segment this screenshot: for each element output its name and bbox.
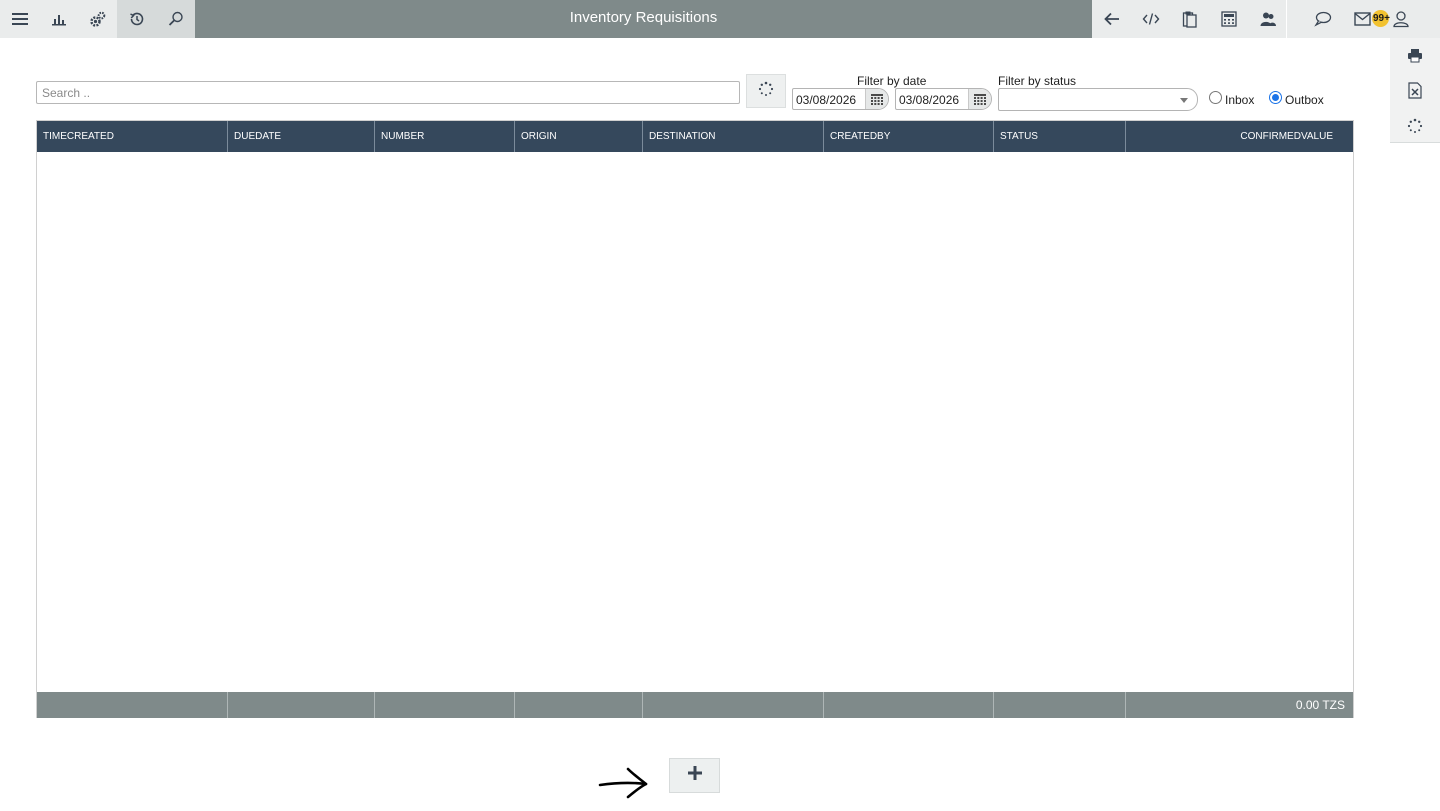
date-to-field[interactable]	[895, 88, 992, 110]
date-filter-label: Filter by date	[857, 74, 927, 88]
date-from-input[interactable]	[796, 92, 864, 107]
requisitions-table: TIMECREATED DUEDATE NUMBER ORIGIN DESTIN…	[36, 120, 1354, 718]
top-bar: Inventory Requisitions 99+	[0, 0, 1440, 38]
search-icon[interactable]	[156, 0, 195, 38]
column-header-origin[interactable]: ORIGIN	[514, 121, 642, 152]
code-icon[interactable]	[1131, 0, 1170, 38]
page-title: Inventory Requisitions	[569, 9, 718, 26]
status-filter-label: Filter by status	[998, 74, 1077, 88]
menu-icon[interactable]	[0, 0, 39, 38]
history-icon[interactable]	[117, 0, 156, 38]
column-header-confirmedvalue[interactable]: CONFIRMEDVALUE	[1125, 121, 1353, 152]
table-footer: 0.00 TZS	[37, 692, 1353, 718]
side-toolbar	[1390, 38, 1440, 143]
table-header: TIMECREATED DUEDATE NUMBER ORIGIN DESTIN…	[37, 121, 1353, 152]
calendar-icon[interactable]	[865, 89, 888, 109]
refresh-icon[interactable]	[1390, 108, 1440, 143]
calculator-icon[interactable]	[1209, 0, 1248, 38]
toolbar-divider	[1286, 0, 1287, 38]
inbox-radio[interactable]	[1209, 91, 1222, 104]
outbox-radio[interactable]	[1269, 91, 1282, 104]
footer-cell	[823, 692, 993, 718]
hand-drawn-arrow-annotation	[598, 767, 648, 799]
chat-icon[interactable]	[1303, 0, 1342, 38]
top-bar-left-group	[0, 0, 195, 38]
excel-export-icon[interactable]	[1390, 73, 1440, 108]
footer-cell	[374, 692, 514, 718]
search-input[interactable]	[36, 81, 740, 104]
column-header-duedate[interactable]: DUEDATE	[227, 121, 374, 152]
plus-icon	[687, 765, 703, 786]
footer-cell	[993, 692, 1125, 718]
confirmed-value-total: 0.00 TZS	[1295, 698, 1345, 712]
footer-cell	[514, 692, 642, 718]
footer-cell	[227, 692, 374, 718]
inbox-radio-label[interactable]: Inbox	[1225, 93, 1254, 107]
back-arrow-icon[interactable]	[1092, 0, 1131, 38]
gears-icon[interactable]	[78, 0, 117, 38]
chevron-down-icon	[1180, 98, 1188, 103]
users-icon[interactable]	[1248, 0, 1287, 38]
column-header-createdby[interactable]: CREATEDBY	[823, 121, 993, 152]
refresh-icon	[758, 81, 774, 102]
notification-badge[interactable]: 99+	[1372, 10, 1390, 27]
calendar-icon[interactable]	[968, 89, 991, 109]
refresh-button[interactable]	[746, 74, 786, 108]
column-header-number[interactable]: NUMBER	[374, 121, 514, 152]
clipboard-icon[interactable]	[1170, 0, 1209, 38]
status-select[interactable]	[998, 88, 1198, 111]
bar-chart-icon[interactable]	[39, 0, 78, 38]
outbox-radio-label[interactable]: Outbox	[1285, 93, 1324, 107]
column-header-status[interactable]: STATUS	[993, 121, 1125, 152]
footer-cell	[642, 692, 823, 718]
printer-icon[interactable]	[1390, 38, 1440, 73]
date-from-field[interactable]	[792, 88, 889, 110]
column-header-destination[interactable]: DESTINATION	[642, 121, 823, 152]
add-requisition-button[interactable]	[669, 758, 720, 793]
date-to-input[interactable]	[899, 92, 967, 107]
column-header-timecreated[interactable]: TIMECREATED	[37, 121, 227, 152]
